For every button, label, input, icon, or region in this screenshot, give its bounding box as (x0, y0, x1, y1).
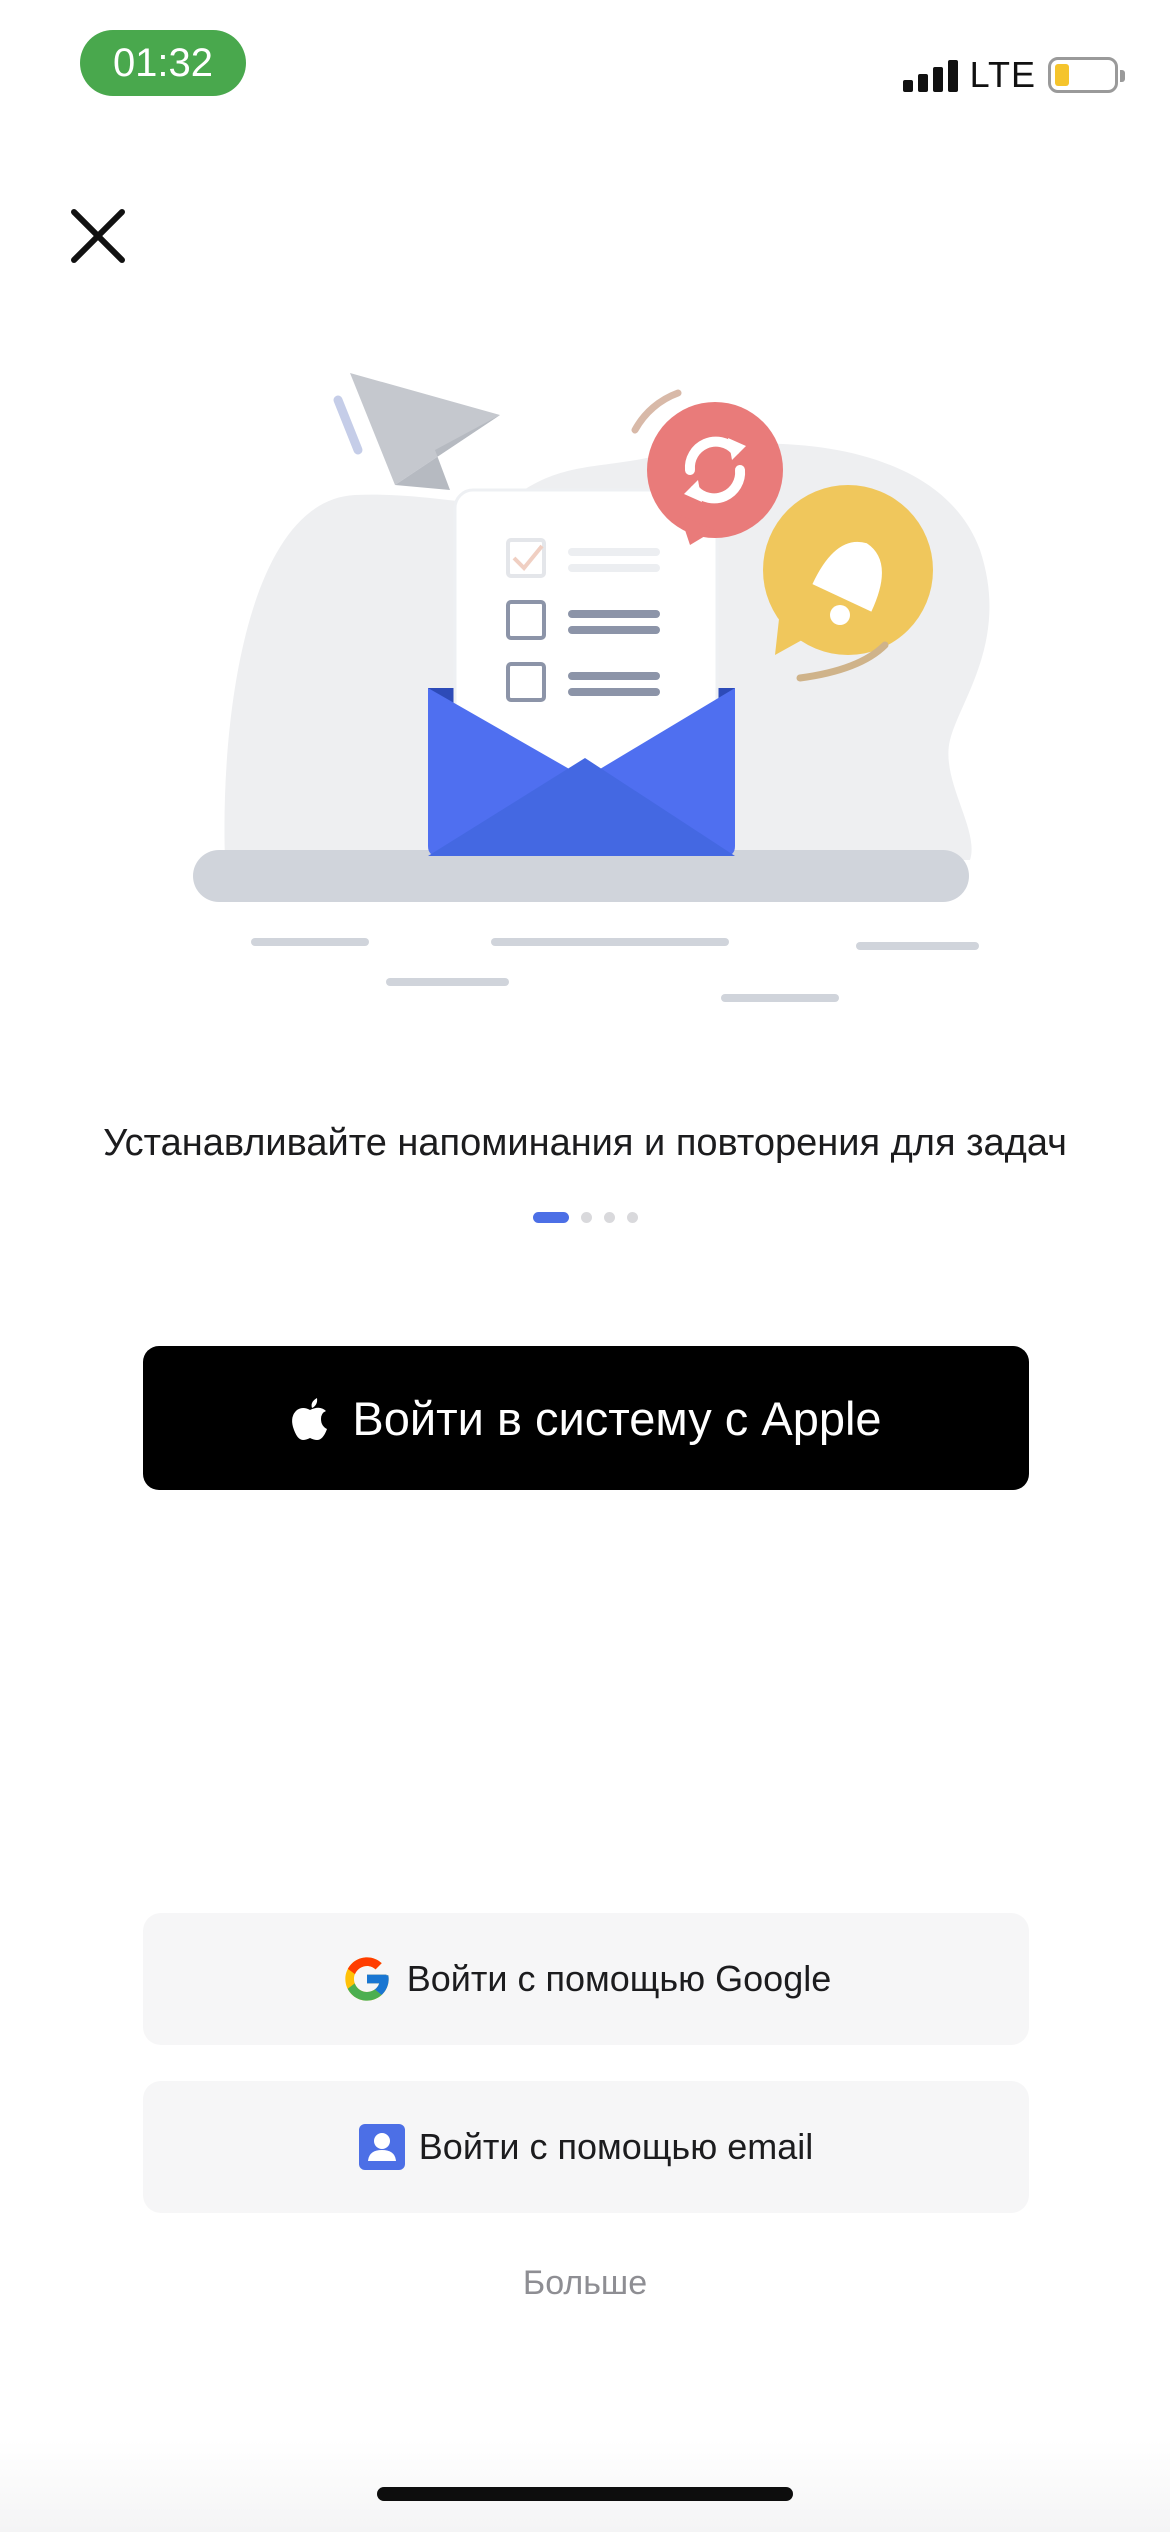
close-icon (71, 209, 125, 263)
cellular-signal-icon (902, 58, 958, 92)
home-indicator[interactable] (377, 2487, 793, 2501)
person-icon (358, 2124, 405, 2170)
google-icon (345, 1957, 389, 2001)
page-dot-2[interactable] (580, 1212, 592, 1223)
bottom-fade (0, 2440, 1170, 2532)
page-dot-4[interactable] (626, 1212, 638, 1223)
page-indicator[interactable] (0, 1212, 1170, 1223)
apple-icon (292, 1398, 328, 1440)
status-time-text: 01:32 (112, 40, 214, 85)
page-dot-3[interactable] (603, 1212, 615, 1223)
close-button[interactable] (68, 206, 128, 266)
status-time: 01:32 (80, 30, 246, 96)
sign-in-email-button[interactable]: Войти с помощью email (143, 2081, 1029, 2213)
page-dot-1[interactable] (532, 1212, 569, 1223)
floor-lines (251, 938, 979, 1002)
onboarding-headline: Устанавливайте напоминания и повторения … (103, 1122, 1067, 1164)
illustration-ground (193, 850, 969, 902)
sign-in-google-label: Войти с помощью Google (406, 1958, 832, 1999)
sign-in-google-button[interactable]: Войти с помощью Google (143, 1913, 1029, 2045)
onboarding-illustration (193, 373, 990, 1002)
more-options-link[interactable]: Больше (0, 2264, 1170, 2303)
paper-plane-icon (333, 373, 500, 490)
status-indicators: LTE (902, 52, 1125, 98)
sign-in-apple-label: Войти в систему с Apple (352, 1391, 882, 1445)
sign-in-email-label: Войти с помощью email (418, 2126, 814, 2167)
network-type: LTE (969, 54, 1036, 95)
sign-in-apple-button[interactable]: Войти в систему с Apple (143, 1346, 1029, 1490)
battery-icon (1048, 57, 1125, 93)
